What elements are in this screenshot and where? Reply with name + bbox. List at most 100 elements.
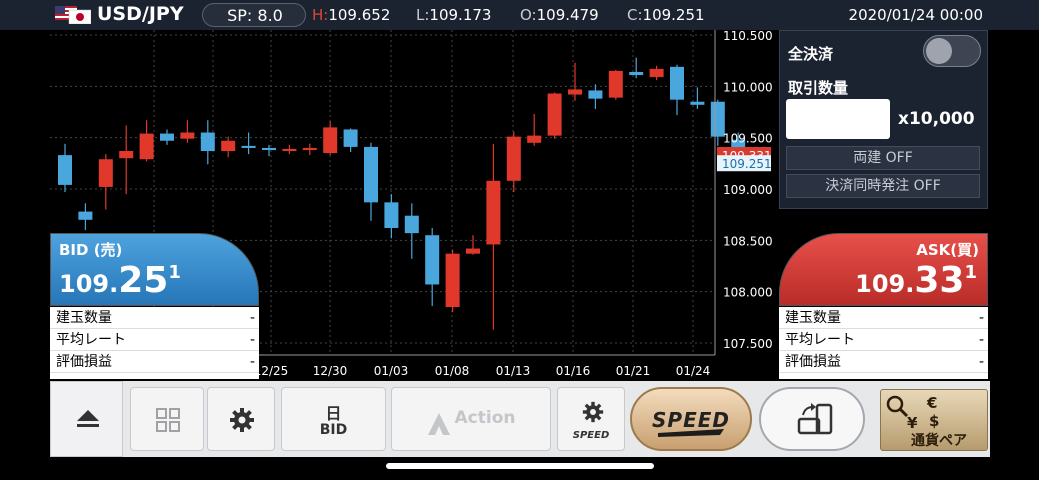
hedge-toggle-button[interactable]: 両建 OFF <box>786 146 980 170</box>
y-tick-label: 109.500 <box>723 132 773 146</box>
x-tick-label: 01/16 <box>556 364 591 378</box>
candle-body <box>588 90 603 99</box>
x-tick-label: 01/03 <box>374 364 409 378</box>
grid-icon <box>156 408 180 432</box>
ask-eval-pl: 評価損益 - <box>779 351 988 373</box>
candle-body <box>445 253 460 308</box>
open-value: O:109.479 <box>520 6 599 24</box>
candle-body <box>425 235 440 285</box>
speed-order-button[interactable]: SPEED <box>630 387 752 451</box>
bid-avg-rate: 平均レート - <box>50 329 259 351</box>
ask-avg-rate: 平均レート - <box>779 329 988 351</box>
speed-gear-icon <box>582 401 604 423</box>
quantity-input[interactable] <box>786 99 890 139</box>
timeframe-bid-button[interactable]: 日 BID <box>281 387 386 451</box>
ask-position-info: 建玉数量 - 平均レート - 評価損益 - <box>779 307 988 379</box>
bid-position-qty: 建玉数量 - <box>50 307 259 329</box>
candle-body <box>343 129 358 147</box>
bid-label: BID (売) <box>59 241 123 259</box>
candle-body <box>221 140 236 152</box>
currency-search-icon: € ¥ $ <box>886 394 939 432</box>
quantity-label: 取引数量 <box>788 79 849 97</box>
chart-settings-button[interactable] <box>207 387 275 451</box>
us-jp-flag-icon <box>55 6 91 24</box>
bid-eval-pl: 評価損益 - <box>50 351 259 373</box>
high-value: H:109.652 <box>312 6 391 24</box>
ask-position-qty: 建玉数量 - <box>779 307 988 329</box>
speed-settings-label: SPEED <box>572 430 610 441</box>
chart-datetime: 2020/01/24 00:00 <box>848 6 983 24</box>
candle-body <box>486 180 501 245</box>
x-tick-label: 01/08 <box>435 364 470 378</box>
candle-body <box>649 68 664 78</box>
candle-body <box>466 248 480 254</box>
spread-badge: SP: 8.0 <box>202 3 306 27</box>
candle-body <box>262 147 276 150</box>
y-tick-label: 108.000 <box>723 286 773 300</box>
rotate-screen-button[interactable] <box>759 387 865 451</box>
candle-body <box>302 147 317 150</box>
bid-price-tag-label: 109.251 <box>722 157 772 171</box>
candle-body <box>384 202 399 229</box>
spread-value: SP: 8.0 <box>227 6 283 25</box>
action-button[interactable]: Action <box>391 387 551 451</box>
x-tick-label: 01/13 <box>496 364 531 378</box>
y-tick-label: 109.000 <box>723 183 773 197</box>
candle-body <box>282 148 297 152</box>
close-value: C:109.251 <box>627 6 705 24</box>
rotate-device-icon <box>797 403 833 435</box>
candle-body <box>58 155 72 185</box>
candle-body <box>98 159 113 187</box>
ask-buy-button[interactable]: ASK(買) 109.331 <box>779 233 988 306</box>
timeframe-label: 日 <box>325 404 342 423</box>
order-panel: 全決済 取引数量 x10,000 両建 OFF 決済同時発注 OFF <box>779 30 988 209</box>
speed-settings-button[interactable]: SPEED <box>557 387 625 451</box>
y-tick-label: 107.500 <box>723 337 773 351</box>
candle-body <box>568 89 582 95</box>
candle-body <box>608 70 623 98</box>
settle-all-label: 全決済 <box>788 45 834 63</box>
header-bar: USD/JPY SP: 8.0 H:109.652 L:109.173 O:10… <box>0 0 1039 30</box>
action-label: Action <box>454 408 516 428</box>
y-tick-label: 110.500 <box>723 30 773 43</box>
eject-up-icon <box>77 410 99 427</box>
bid-position-info: 建玉数量 - 平均レート - 評価損益 - <box>50 307 259 379</box>
bottom-toolbar: 日 BID Action SPEED SPEED € ¥ $ 通貨ペア <box>50 381 990 457</box>
simultaneous-settle-button[interactable]: 決済同時発注 OFF <box>786 174 980 198</box>
candle-body <box>160 133 174 141</box>
low-value: L:109.173 <box>416 6 492 24</box>
candle-body <box>629 71 644 76</box>
currency-pair-label: 通貨ペア <box>911 433 967 449</box>
currency-pair-button[interactable]: € ¥ $ 通貨ペア <box>880 389 988 451</box>
price-type-label: BID <box>319 422 348 438</box>
home-indicator <box>386 463 654 469</box>
x-tick-label: 12/30 <box>313 364 348 378</box>
candle-body <box>364 146 378 203</box>
candle-body <box>180 132 195 139</box>
candle-body <box>690 101 705 105</box>
y-tick-label: 110.000 <box>723 80 773 94</box>
svg-text:$: $ <box>929 412 939 430</box>
quantity-unit: x10,000 <box>898 109 975 129</box>
candle-body <box>139 133 154 160</box>
currency-pair-title[interactable]: USD/JPY <box>97 3 184 25</box>
candle-body <box>200 132 215 152</box>
candle-body <box>506 136 521 181</box>
x-tick-label: 01/24 <box>676 364 711 378</box>
ask-label: ASK(買) <box>916 241 979 259</box>
candle-body <box>323 127 338 154</box>
candle-body <box>404 215 419 234</box>
svg-text:€: € <box>926 394 937 412</box>
gear-icon <box>230 408 254 432</box>
bid-price: 109.251 <box>59 260 181 301</box>
candle-body <box>119 151 134 159</box>
x-tick-label: 01/21 <box>616 364 651 378</box>
candle-body <box>547 93 562 136</box>
candle-body <box>78 211 93 220</box>
layout-grid-button[interactable] <box>130 387 204 451</box>
candle-body <box>670 66 684 100</box>
collapse-button[interactable] <box>50 381 123 457</box>
candle-body <box>527 135 542 143</box>
settle-all-toggle[interactable] <box>923 35 981 67</box>
bid-sell-button[interactable]: BID (売) 109.251 <box>50 233 259 306</box>
